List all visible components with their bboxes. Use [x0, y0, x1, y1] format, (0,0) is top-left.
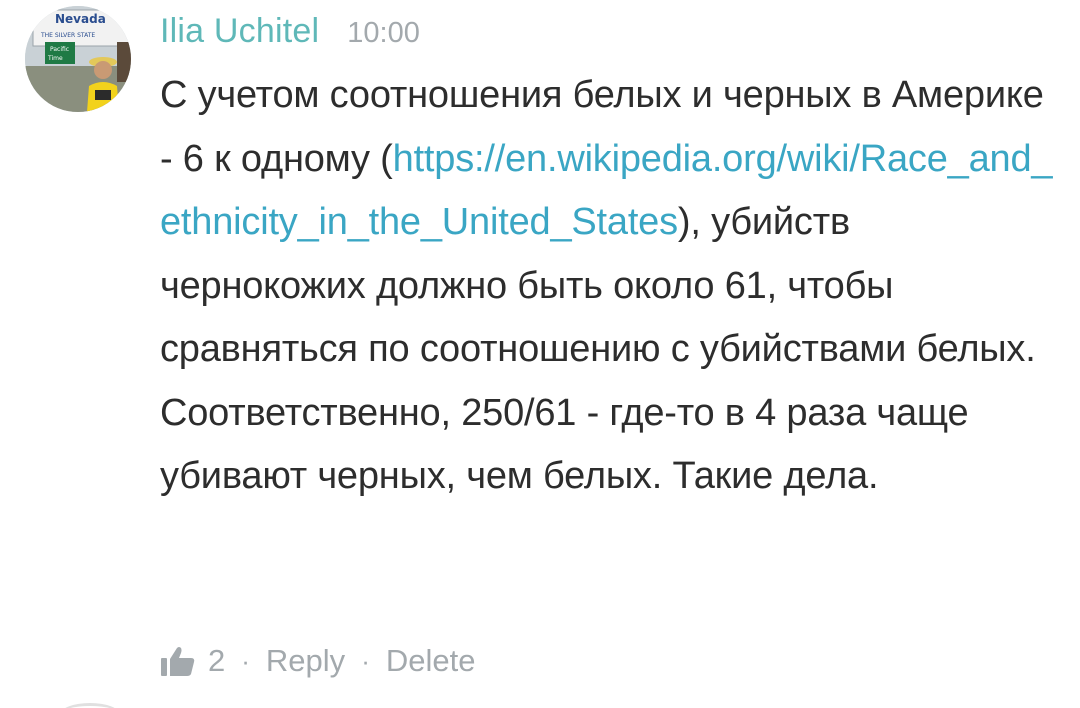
sign-pacific: Pacific	[50, 46, 69, 53]
comment-text: С учетом соотношения белых и черных в Ам…	[160, 64, 1060, 509]
delete-button[interactable]: Delete	[386, 643, 476, 679]
sign-time: Time	[47, 55, 63, 62]
sign-title: Nevada	[55, 12, 106, 26]
comment: Nevada THE SILVER STATE Pacific Time Ili…	[0, 0, 1080, 708]
comment-text-after-link: ), убийств чернокожих должно быть около …	[160, 201, 1036, 497]
thumbs-up-icon	[161, 647, 195, 676]
next-avatar-edge	[60, 703, 120, 708]
separator: ·	[241, 645, 250, 676]
sign-subtitle: THE SILVER STATE	[40, 32, 95, 39]
avatar-photo: Nevada THE SILVER STATE Pacific Time	[25, 6, 131, 112]
comment-body: С учетом соотношения белых и черных в Ам…	[160, 64, 1060, 509]
like-count: 2	[208, 643, 226, 678]
comment-header: Ilia Uchitel 10:00	[160, 12, 420, 56]
like-button[interactable]: 2	[160, 643, 225, 679]
comment-actions: 2 · Reply · Delete	[160, 638, 475, 684]
timestamp[interactable]: 10:00	[347, 17, 420, 50]
separator: ·	[361, 645, 370, 676]
avatar[interactable]: Nevada THE SILVER STATE Pacific Time	[25, 6, 131, 112]
author-name[interactable]: Ilia Uchitel	[160, 12, 319, 51]
reply-button[interactable]: Reply	[266, 643, 345, 679]
